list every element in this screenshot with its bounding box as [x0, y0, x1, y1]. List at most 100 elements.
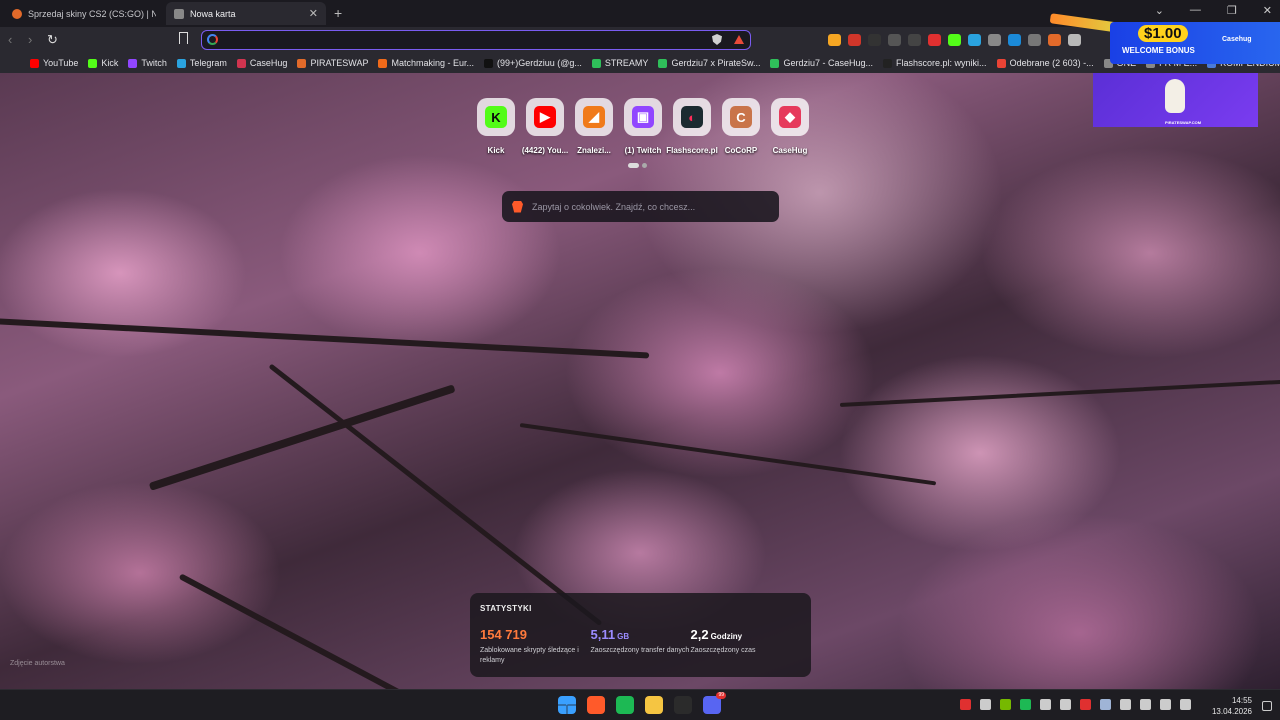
ad-overlay[interactable]: $1.00 WELCOME BONUS Casehug PIRATESWAP.C…	[1049, 0, 1280, 128]
extension-icon[interactable]	[988, 34, 1001, 46]
tab-new-tab[interactable]: Nowa karta ✕	[166, 2, 326, 25]
new-tab-button[interactable]: +	[334, 5, 342, 21]
bookmark-item[interactable]: Telegram	[176, 58, 227, 68]
defender-icon[interactable]	[1080, 699, 1091, 710]
top-site-label: (4422) You...	[521, 146, 569, 155]
discord-icon[interactable]: 99	[703, 692, 726, 714]
notifications-icon[interactable]	[1262, 701, 1272, 711]
stat-value: 154 719	[480, 627, 527, 642]
bookmark-label: STREAMY	[604, 58, 649, 68]
close-tab-icon[interactable]: ✕	[309, 7, 318, 20]
bookmark-item[interactable]: YouTube	[30, 58, 78, 68]
address-bar[interactable]	[201, 30, 751, 50]
search-box[interactable]	[502, 191, 779, 222]
forward-button[interactable]: ›	[28, 32, 32, 47]
top-site-icon-frame[interactable]: ◆	[771, 98, 809, 136]
stat-description: Zaoszczędzony transfer danych	[590, 647, 690, 654]
extension-icon[interactable]	[848, 34, 861, 46]
bookmark-icon[interactable]	[179, 32, 188, 44]
bookmark-favicon-icon	[996, 58, 1006, 68]
pirateswap-banner[interactable]: PIRATESWAP.COM	[1093, 73, 1258, 127]
windows-start-icon[interactable]	[558, 696, 576, 714]
brave-icon[interactable]	[587, 696, 605, 714]
close-window-button[interactable]: ✕	[1263, 4, 1272, 17]
top-site-tile[interactable]: ◆ CaseHug	[771, 98, 809, 155]
usb-icon[interactable]	[1060, 699, 1071, 710]
spotify-icon[interactable]	[616, 696, 634, 714]
extension-icon[interactable]	[888, 34, 901, 46]
discord-tray-icon[interactable]	[1120, 699, 1131, 710]
search-input[interactable]	[532, 201, 779, 212]
top-site-tile[interactable]: ◐ Flashscore.pl	[666, 98, 718, 155]
bookmark-item[interactable]: Kick	[88, 58, 118, 68]
stat-description: Zablokowane skrypty śledzące i reklamy	[480, 647, 579, 664]
brave-shields-icon[interactable]	[712, 34, 722, 45]
clock-time: 14:55	[1231, 696, 1252, 705]
extension-icon[interactable]	[948, 34, 961, 46]
tab-sell-skins[interactable]: Sprzedaj skiny CS2 (CS:GO) | Najlepsz	[4, 2, 164, 25]
top-site-tile[interactable]: ▶ (4422) You...	[522, 98, 568, 155]
top-site-tile[interactable]: K Kick	[477, 98, 515, 155]
bookmark-item[interactable]: PIRATESWAP	[297, 58, 368, 68]
top-site-tile[interactable]: ◢ Znalezi...	[575, 98, 613, 155]
monitor-icon[interactable]	[1160, 699, 1171, 710]
bookmark-item[interactable]: Gerdziu7 x PirateSw...	[658, 58, 760, 68]
extension-icon[interactable]	[828, 34, 841, 46]
google-icon	[207, 34, 218, 45]
stat-value: 5,11	[590, 627, 616, 642]
bookmark-item[interactable]: (99+)Gerdziuu (@g...	[484, 58, 582, 68]
file-explorer-icon[interactable]	[645, 696, 663, 714]
extension-icon[interactable]	[1028, 34, 1041, 46]
clock[interactable]: 14:55 13.04.2026	[1210, 695, 1252, 717]
url-input[interactable]	[224, 33, 694, 47]
steelseries-icon[interactable]	[960, 699, 971, 710]
brave-rewards-icon[interactable]	[734, 35, 744, 44]
casehug-banner[interactable]	[1110, 22, 1280, 64]
bookmark-label: PIRATESWAP	[310, 58, 369, 68]
stat-value-line: 2,2 Godziny	[691, 627, 802, 642]
stat-value-line: 154 719	[480, 627, 591, 642]
bonus-amount: $1.00	[1138, 25, 1188, 42]
extension-icon[interactable]	[908, 34, 921, 46]
bookmark-item[interactable]: CaseHug	[236, 58, 287, 68]
top-site-logo-icon: ◐	[681, 106, 703, 128]
top-site-icon-frame[interactable]: ▣	[624, 98, 662, 136]
bookmark-label: Gerdziu7 - CaseHug...	[783, 58, 874, 68]
nvidia-icon[interactable]	[1000, 699, 1011, 710]
extension-icon[interactable]	[928, 34, 941, 46]
page-dot[interactable]	[642, 163, 647, 168]
microphone-icon[interactable]	[1140, 699, 1151, 710]
spotify-tray-icon[interactable]	[1020, 699, 1031, 710]
extension-icon[interactable]	[968, 34, 981, 46]
top-site-icon-frame[interactable]: ▶	[526, 98, 564, 136]
background-branch	[839, 379, 1280, 407]
back-button[interactable]: ‹	[8, 32, 12, 47]
top-site-tile[interactable]: ▣ (1) Twitch	[624, 98, 662, 155]
top-site-icon-frame[interactable]: ◢	[575, 98, 613, 136]
obs-icon[interactable]	[674, 696, 692, 714]
bookmark-item[interactable]: Matchmaking - Eur...	[378, 58, 474, 68]
volume-icon[interactable]	[1180, 699, 1191, 710]
tab-title: Sprzedaj skiny CS2 (CS:GO) | Najlepsz	[28, 8, 156, 19]
tray-app-icon[interactable]	[1040, 699, 1051, 710]
page-dot-active[interactable]	[628, 163, 639, 168]
bookmark-item[interactable]: STREAMY	[591, 58, 649, 68]
steam-icon[interactable]	[1100, 699, 1111, 710]
top-site-label: Znalezi...	[577, 146, 611, 155]
bookmark-item[interactable]: Twitch	[128, 58, 167, 68]
top-site-icon-frame[interactable]: C	[722, 98, 760, 136]
clock-date: 13.04.2026	[1211, 707, 1252, 716]
photo-credit[interactable]: Zdjęcie autorstwa	[10, 660, 65, 667]
extension-icon[interactable]	[1008, 34, 1021, 46]
bookmark-item[interactable]: Flashscore.pl: wyniki...	[883, 58, 987, 68]
top-site-logo-icon: ▣	[632, 106, 654, 128]
bookmark-label: Telegram	[189, 58, 227, 68]
gmail-icon[interactable]	[980, 699, 991, 710]
stats-widget: STATYSTYKI 154 719 Zablokowane skrypty śl…	[470, 593, 811, 677]
top-site-tile[interactable]: C CoCoRP	[722, 98, 760, 155]
top-site-icon-frame[interactable]: ◐	[673, 98, 711, 136]
top-site-icon-frame[interactable]: K	[477, 98, 515, 136]
extension-icon[interactable]	[868, 34, 881, 46]
bookmark-item[interactable]: Gerdziu7 - CaseHug...	[770, 58, 873, 68]
reload-button[interactable]: ↻	[47, 32, 58, 48]
